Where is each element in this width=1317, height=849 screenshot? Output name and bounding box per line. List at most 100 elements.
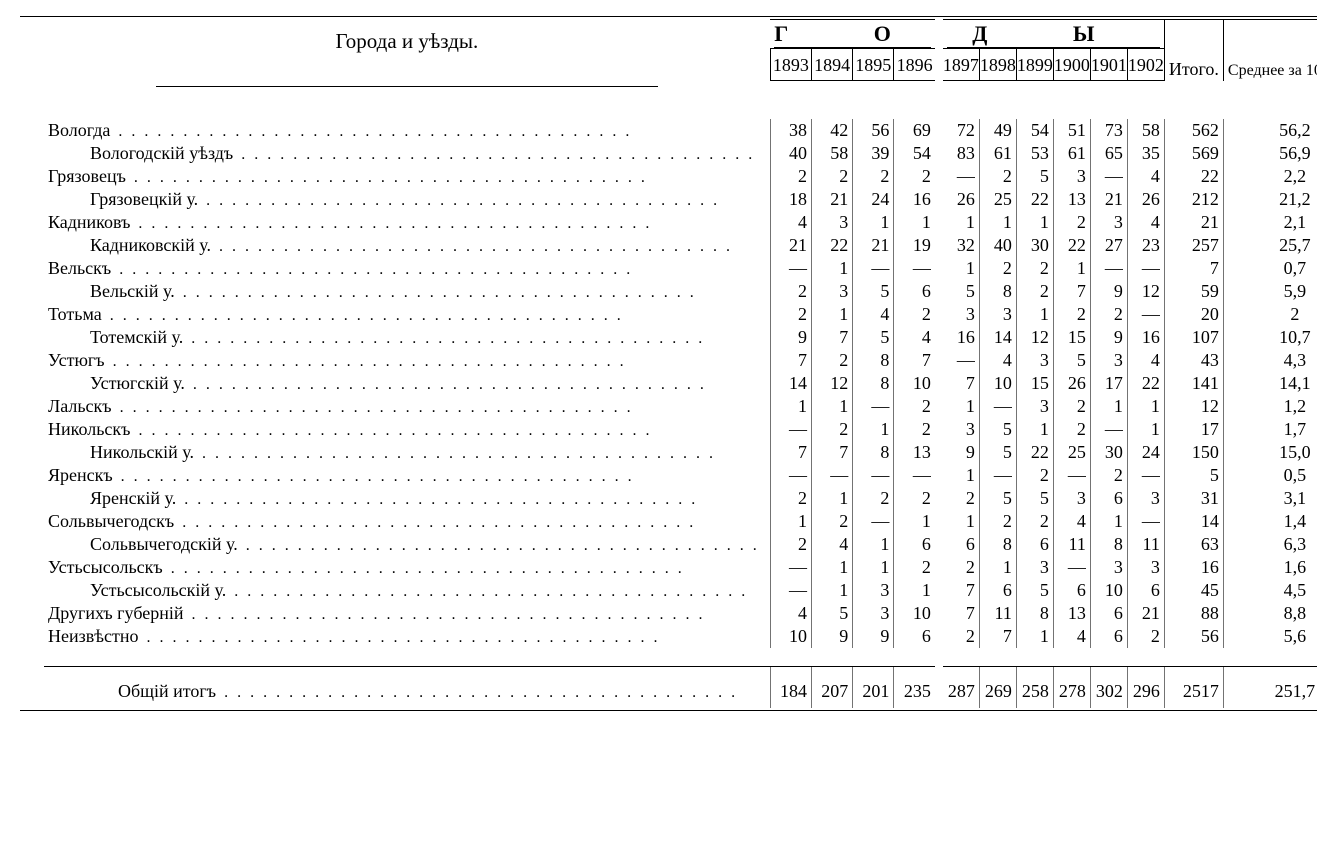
- year-header: 1893: [770, 49, 811, 81]
- table-row: Яренскъ————1—2—2—50,50,19: [44, 464, 1317, 487]
- data-cell: 2: [979, 165, 1016, 188]
- data-cell: 287: [943, 667, 980, 709]
- data-cell: 4: [1053, 625, 1090, 648]
- row-label: Тотьма: [44, 303, 770, 326]
- data-cell: 72: [943, 119, 980, 142]
- data-cell: 258: [1016, 667, 1053, 709]
- data-cell: 1: [1016, 211, 1053, 234]
- data-cell: 32: [943, 234, 980, 257]
- data-cell: 54: [1016, 119, 1053, 142]
- data-cell: 4: [853, 303, 894, 326]
- data-cell: 22: [1053, 234, 1090, 257]
- row-label: Вельскій у.: [44, 280, 770, 303]
- data-cell: 53: [1016, 142, 1053, 165]
- data-cell: 4: [770, 602, 811, 625]
- data-cell: 3: [1016, 556, 1053, 579]
- row-label: Грязовецъ: [44, 165, 770, 188]
- data-cell: 7: [894, 349, 935, 372]
- data-cell: 2: [894, 556, 935, 579]
- row-average: 2: [1223, 303, 1317, 326]
- data-cell: 10: [770, 625, 811, 648]
- data-cell: 2: [1053, 418, 1090, 441]
- data-cell: —: [1053, 556, 1090, 579]
- data-cell: —: [770, 464, 811, 487]
- data-cell: —: [1127, 303, 1164, 326]
- data-cell: —: [979, 464, 1016, 487]
- data-cell: 2: [770, 165, 811, 188]
- data-cell: 6: [979, 579, 1016, 602]
- data-cell: 4: [770, 211, 811, 234]
- data-cell: 65: [1090, 142, 1127, 165]
- data-cell: 51: [1053, 119, 1090, 142]
- row-average: 4,5: [1223, 579, 1317, 602]
- row-average: 1,2: [1223, 395, 1317, 418]
- data-cell: 184: [770, 667, 811, 709]
- table-row: Устюгскій у.14128107101526172214114,15,6…: [44, 372, 1317, 395]
- data-cell: 10: [894, 602, 935, 625]
- row-total: 88: [1164, 602, 1223, 625]
- row-average: 5,9: [1223, 280, 1317, 303]
- data-cell: 4: [894, 326, 935, 349]
- data-cell: 3: [943, 418, 980, 441]
- data-cell: 3: [1016, 349, 1053, 372]
- row-average: 6,3: [1223, 533, 1317, 556]
- data-cell: 15: [1016, 372, 1053, 395]
- data-cell: 5: [1016, 487, 1053, 510]
- row-label: Яренскій у.: [44, 487, 770, 510]
- row-average: 56,2: [1223, 119, 1317, 142]
- data-cell: 8: [853, 372, 894, 395]
- data-cell: 8: [979, 280, 1016, 303]
- data-cell: 1: [811, 257, 852, 280]
- data-cell: 3: [1053, 487, 1090, 510]
- data-cell: 19: [894, 234, 935, 257]
- data-cell: 27: [1090, 234, 1127, 257]
- table-row: Грязовецкій у.1821241626252213212621221,…: [44, 188, 1317, 211]
- row-average: 1,7: [1223, 418, 1317, 441]
- data-cell: 22: [1127, 372, 1164, 395]
- year-header: 1900: [1053, 49, 1090, 81]
- data-cell: 8: [853, 349, 894, 372]
- row-total: 43: [1164, 349, 1223, 372]
- data-cell: 1: [894, 579, 935, 602]
- data-cell: 6: [1090, 625, 1127, 648]
- data-cell: 1: [979, 556, 1016, 579]
- data-cell: 26: [943, 188, 980, 211]
- row-total: 12: [1164, 395, 1223, 418]
- row-label: Никольскъ: [44, 418, 770, 441]
- row-label: Устюгскій у.: [44, 372, 770, 395]
- table-row: Вельскій у.23565827912595,92,34: [44, 280, 1317, 303]
- data-cell: —: [1090, 257, 1127, 280]
- data-cell: 58: [1127, 119, 1164, 142]
- year-header: 1897: [943, 49, 980, 81]
- row-label: Сольвычегодскъ: [44, 510, 770, 533]
- data-cell: 8: [853, 441, 894, 464]
- row-total: 16: [1164, 556, 1223, 579]
- data-cell: 10: [894, 372, 935, 395]
- data-cell: 1: [894, 211, 935, 234]
- data-cell: 1: [811, 395, 852, 418]
- data-cell: 2: [1053, 303, 1090, 326]
- data-cell: 2: [1053, 395, 1090, 418]
- grand-average: 251,7: [1223, 667, 1317, 709]
- data-cell: —: [894, 464, 935, 487]
- year-header: 1898: [979, 49, 1016, 81]
- table-row: Сольвычегодскъ12—112241—141,40,55: [44, 510, 1317, 533]
- table-row: Грязовецъ2222—253—4222,20,87: [44, 165, 1317, 188]
- table-row: Тотемскій у.97541614121591610710,74,25: [44, 326, 1317, 349]
- row-average: 0,5: [1223, 464, 1317, 487]
- data-cell: 296: [1127, 667, 1164, 709]
- row-label: Кадниковскій у.: [44, 234, 770, 257]
- data-cell: 3: [1090, 211, 1127, 234]
- row-label: Кадниковъ: [44, 211, 770, 234]
- data-cell: 3: [811, 211, 852, 234]
- data-cell: 5: [1016, 579, 1053, 602]
- data-cell: —: [1127, 464, 1164, 487]
- data-cell: 7: [943, 372, 980, 395]
- data-cell: —: [943, 349, 980, 372]
- data-cell: 5: [853, 326, 894, 349]
- data-cell: 6: [894, 533, 935, 556]
- data-cell: 6: [943, 533, 980, 556]
- data-cell: 7: [811, 441, 852, 464]
- row-average: 25,7: [1223, 234, 1317, 257]
- row-total: 17: [1164, 418, 1223, 441]
